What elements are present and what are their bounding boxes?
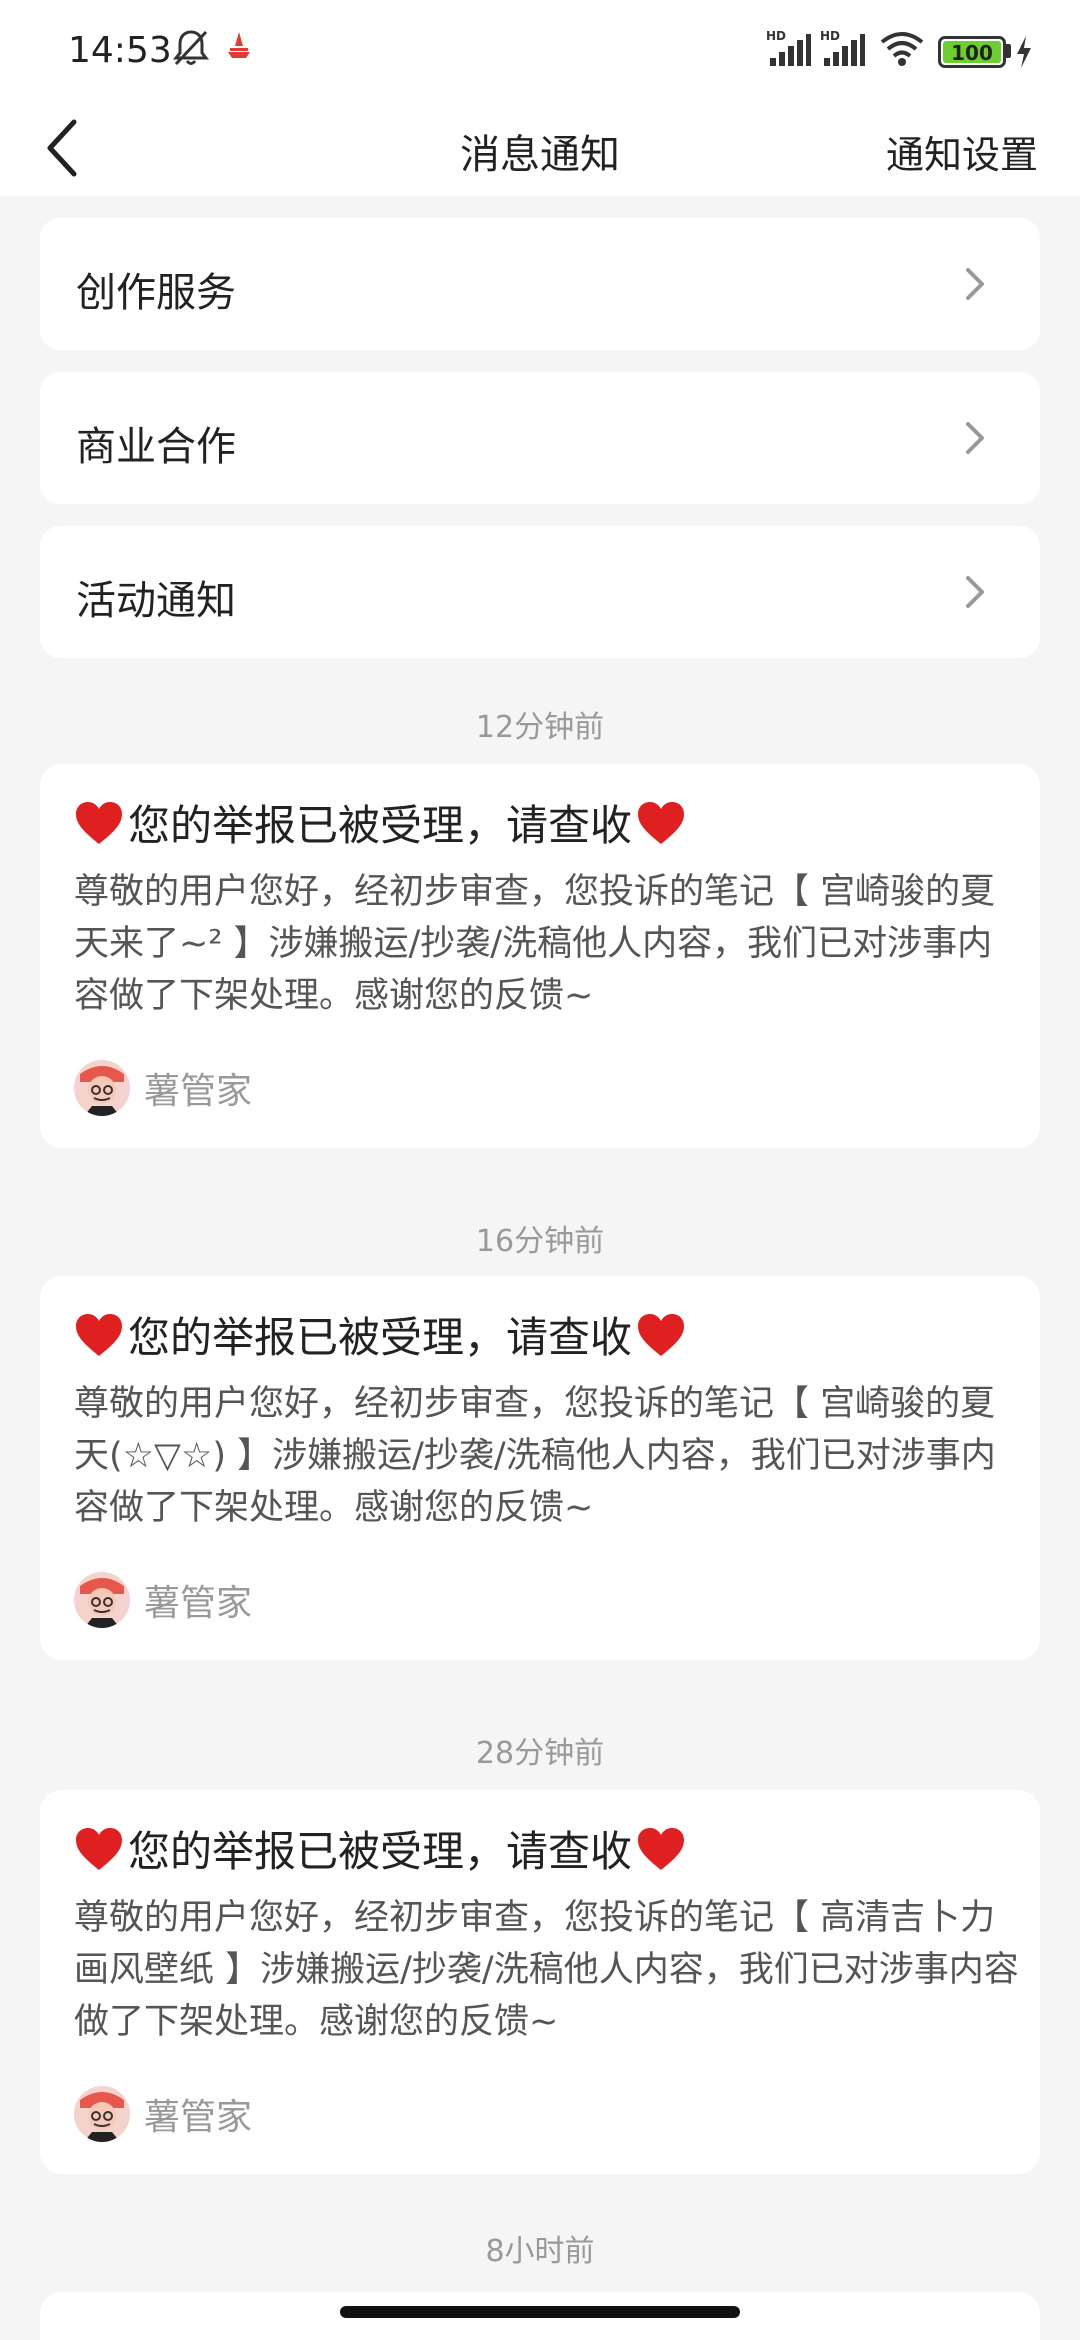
- sender-name: 薯管家: [144, 1071, 253, 1112]
- message-card[interactable]: 您的举报已被受理，请查收 尊敬的用户您好，经初步审查，您投诉的笔记【 高清吉卜力…: [40, 1790, 1040, 2174]
- sender-name: 薯管家: [144, 1583, 253, 1624]
- avatar: [74, 1060, 130, 1116]
- message-title: 您的举报已被受理，请查收: [74, 792, 686, 853]
- message-timestamp: 8小时前: [485, 2234, 595, 2269]
- menu-item-activity-notice[interactable]: 活动通知: [40, 526, 1040, 658]
- message-timestamp: 12分钟前: [475, 710, 605, 745]
- hd-signal-icon: HD: [820, 29, 865, 66]
- home-indicator[interactable]: [340, 2306, 740, 2318]
- chevron-right-icon: [966, 576, 984, 608]
- message-title-text: 您的举报已被受理，请查收: [128, 1313, 633, 1362]
- message-title: 您的举报已被受理，请查收: [74, 1304, 686, 1365]
- mute-bell-icon: [172, 30, 210, 66]
- battery-level: 100: [951, 41, 993, 65]
- avatar: [74, 1572, 130, 1628]
- heart-icon: [638, 801, 685, 844]
- sender: 薯管家: [74, 2086, 252, 2142]
- menu-item-business-cooperation[interactable]: 商业合作: [40, 372, 1040, 504]
- message-timestamp: 16分钟前: [475, 1224, 605, 1259]
- app-notification-icon: [228, 32, 250, 58]
- heart-icon: [76, 1827, 122, 1870]
- battery-cap: [1006, 44, 1011, 58]
- message-card[interactable]: 您的举报已被受理，请查收 尊敬的用户您好，经初步审查，您投诉的笔记【 宫崎骏的夏…: [40, 764, 1040, 1148]
- heart-icon: [638, 1827, 685, 1870]
- menu-item-label: 创作服务: [76, 270, 236, 316]
- message-body: 尊敬的用户您好，经初步审查，您投诉的笔记【 宫崎骏的夏天来了~² 】涉嫌搬运/抄…: [74, 872, 996, 1016]
- status-bar: 14:53 HD HD 100: [0, 0, 1080, 100]
- heart-icon: [76, 801, 122, 844]
- message-body: 尊敬的用户您好，经初步审查，您投诉的笔记【 高清吉卜力画风壁纸 】涉嫌搬运/抄袭…: [74, 1898, 1019, 2042]
- message-timestamp: 28分钟前: [475, 1736, 605, 1771]
- hd-signal-icon: HD: [766, 29, 811, 66]
- message-title-text: 您的举报已被受理，请查收: [128, 801, 633, 850]
- svg-text:HD: HD: [820, 29, 840, 43]
- notification-settings-button[interactable]: 通知设置: [886, 124, 1038, 179]
- message-title: 您的举报已被受理，请查收: [74, 1818, 686, 1879]
- sender: 薯管家: [74, 1060, 252, 1116]
- message-body: 尊敬的用户您好，经初步审查，您投诉的笔记【 宫崎骏的夏天(☆▽☆) 】涉嫌搬运/…: [74, 1384, 996, 1528]
- chevron-right-icon: [966, 268, 984, 300]
- screen: 14:53 HD HD 100 消息通知 通知设置 创作服务 商业合作 活动通知…: [0, 0, 1080, 2340]
- message-title-text: 您的举报已被受理，请查收: [128, 1827, 633, 1876]
- charging-icon: [1017, 36, 1031, 68]
- heart-icon: [76, 1313, 122, 1356]
- avatar: [74, 2086, 130, 2142]
- menu-item-label: 商业合作: [76, 424, 236, 470]
- svg-text:HD: HD: [766, 29, 786, 43]
- menu-item-creation-service[interactable]: 创作服务: [40, 218, 1040, 350]
- menu-item-label: 活动通知: [76, 578, 236, 624]
- message-card[interactable]: 您的举报已被受理，请查收 尊敬的用户您好，经初步审查，您投诉的笔记【 宫崎骏的夏…: [40, 1276, 1040, 1660]
- chevron-right-icon: [966, 422, 984, 454]
- sender: 薯管家: [74, 1572, 252, 1628]
- heart-icon: [638, 1313, 685, 1356]
- sender-name: 薯管家: [144, 2097, 253, 2138]
- status-time: 14:53: [68, 30, 172, 71]
- wifi-icon: [880, 32, 924, 66]
- nav-bar: 消息通知 通知设置: [0, 100, 1080, 196]
- battery-icon: 100: [938, 36, 1006, 68]
